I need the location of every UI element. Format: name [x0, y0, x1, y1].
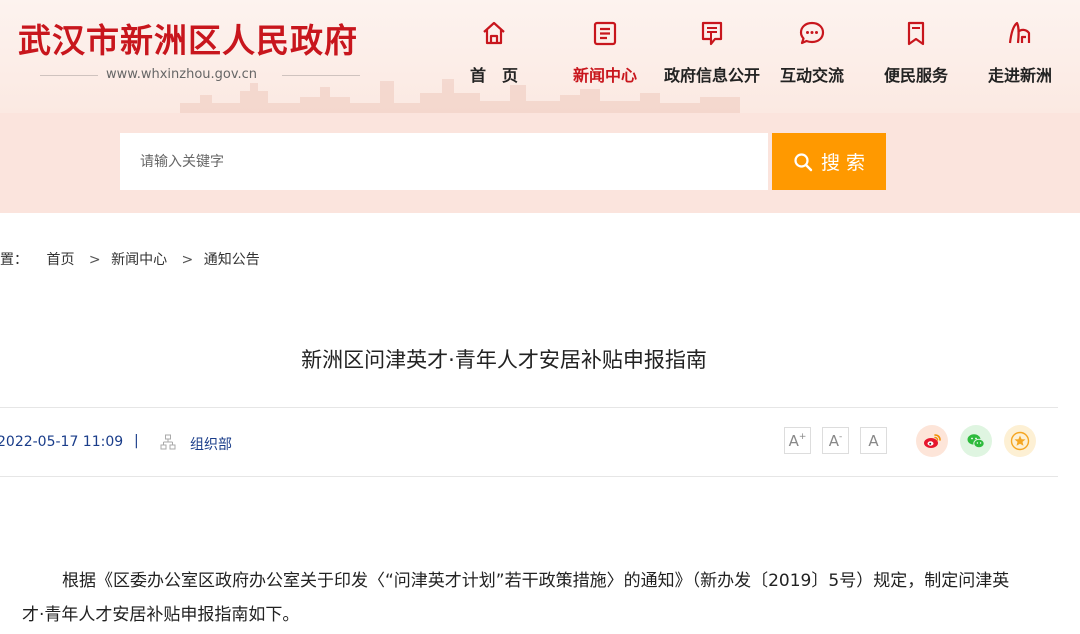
breadcrumb-separator: > — [181, 252, 194, 268]
nav-label-news: 新闻中心 — [572, 66, 637, 85]
nav-item-info-disclosure[interactable]: 政府信息公开 — [662, 14, 762, 94]
news-icon — [593, 21, 617, 46]
chat-icon — [799, 21, 825, 45]
site-header: 武汉市新洲区人民政府 www.whxinzhou.gov.cn 首 页 新闻中心… — [0, 0, 1080, 113]
breadcrumb-notices[interactable]: 通知公告 — [204, 252, 260, 268]
favorite-button[interactable] — [1004, 425, 1036, 457]
nav-item-services[interactable]: 便民服务 — [866, 14, 966, 94]
search-button-label: 搜 索 — [820, 152, 866, 174]
nav-item-about[interactable]: 走进新洲 — [970, 14, 1070, 94]
divider-right — [282, 75, 360, 76]
breadcrumb-news[interactable]: 新闻中心 — [111, 252, 167, 268]
share-weibo-button[interactable] — [916, 425, 948, 457]
nav-item-news[interactable]: 新闻中心 — [555, 14, 655, 94]
font-size-decrease-button[interactable]: A- — [822, 427, 849, 454]
search-button[interactable]: 搜 索 — [772, 133, 886, 190]
article-meta-bar: 2022-05-17 11:09 | 组织部 A + A- A — [0, 407, 1058, 477]
weibo-icon — [924, 434, 941, 448]
nav-item-home[interactable]: 首 页 — [444, 14, 544, 94]
site-title[interactable]: 武汉市新洲区人民政府 — [18, 14, 358, 62]
search-input[interactable] — [120, 133, 768, 190]
search-icon — [794, 152, 813, 171]
nav-label-interaction: 互动交流 — [779, 66, 844, 85]
breadcrumb: 位置： 首页 > 新闻中心 > 通知公告 — [0, 249, 266, 269]
home-icon — [483, 21, 505, 45]
main-nav: 首 页 新闻中心 政府信息公开 互动交流 便民服务 走进新洲 — [462, 14, 1072, 94]
breadcrumb-home[interactable]: 首页 — [46, 252, 74, 268]
nav-label-info-disclosure: 政府信息公开 — [663, 66, 760, 85]
breadcrumb-prefix: 位置： — [0, 252, 28, 268]
bookmark-icon — [907, 21, 925, 46]
font-size-reset-button[interactable]: A — [860, 427, 887, 454]
divider-left — [40, 75, 98, 76]
site-url-block: www.whxinzhou.gov.cn — [40, 66, 360, 86]
org-chart-icon — [160, 434, 176, 450]
nav-label-services: 便民服务 — [883, 66, 948, 85]
landmark-icon — [1008, 21, 1031, 44]
breadcrumb-separator: > — [88, 252, 101, 268]
meta-separator: | — [134, 433, 139, 449]
nav-item-interaction[interactable]: 互动交流 — [762, 14, 862, 94]
article-title: 新洲区问津英才·青年人才安居补贴申报指南 — [301, 348, 707, 372]
share-wechat-button[interactable] — [960, 425, 992, 457]
font-size-increase-button[interactable]: A + — [784, 427, 811, 454]
nav-label-about: 走进新洲 — [987, 66, 1052, 85]
site-url: www.whxinzhou.gov.cn — [106, 67, 258, 82]
publish-date: 2022-05-17 11:09 — [0, 434, 124, 450]
info-disclosure-icon — [701, 21, 723, 46]
favorite-icon — [1010, 431, 1030, 451]
article-body-paragraph: 根据《区委办公室区政府办公室关于印发〈“问津英才计划”若干政策措施〉的通知》（新… — [22, 571, 1010, 625]
search-band: 搜 索 — [0, 113, 1080, 213]
publishing-department: 组织部 — [190, 437, 232, 453]
nav-label-home: 首 页 — [469, 66, 518, 85]
wechat-icon — [967, 434, 985, 449]
